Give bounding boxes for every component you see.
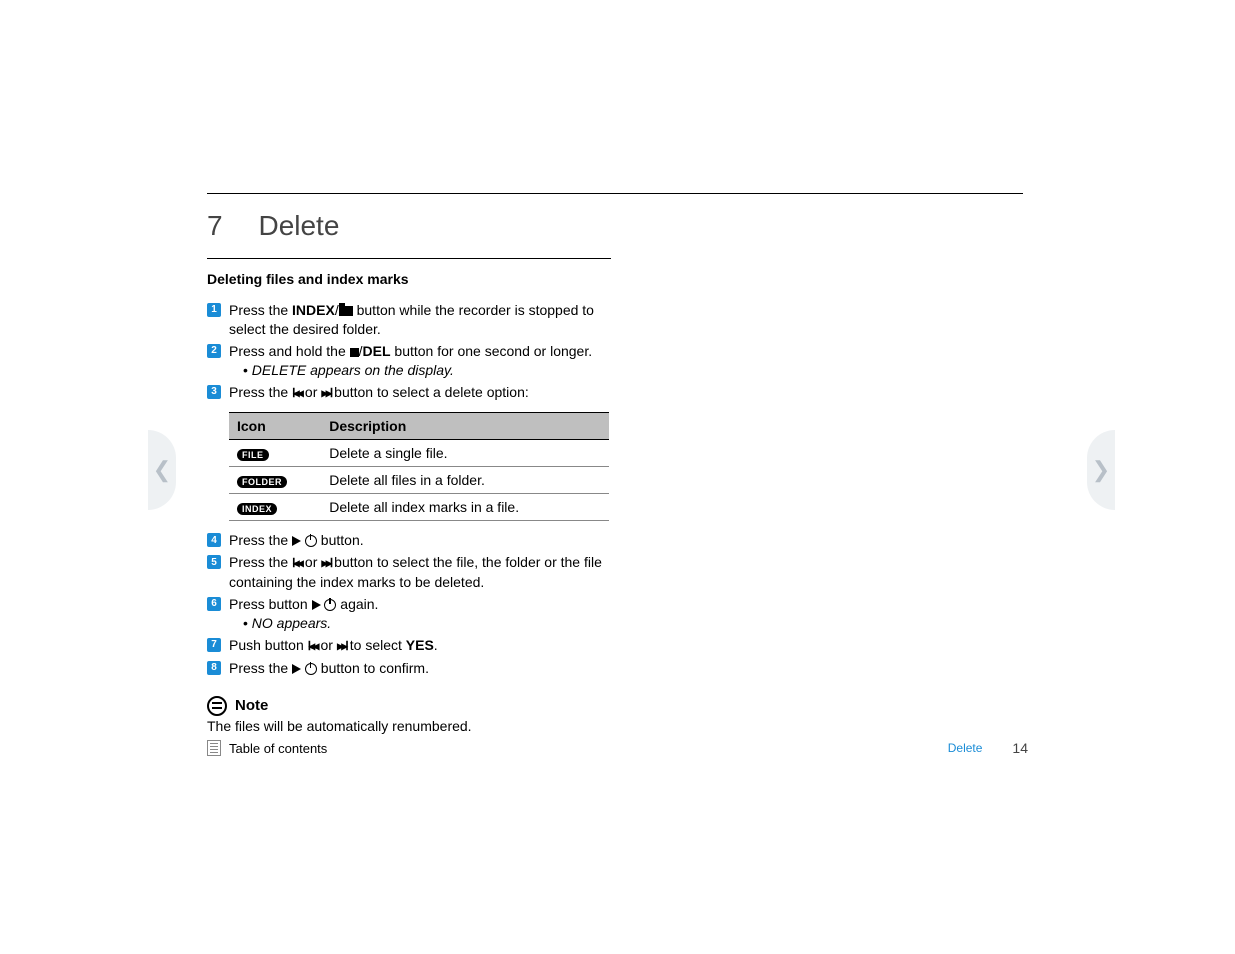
page-icon	[207, 740, 221, 756]
step-text: button to confirm.	[317, 660, 429, 676]
steps-list: 1 Press the INDEX/ button while the reco…	[207, 301, 611, 402]
play-icon	[312, 600, 321, 610]
step-badge: 7	[207, 638, 221, 652]
chapter-heading: 7 Delete	[207, 210, 339, 242]
delete-options-table: IconDescription FILE Delete a single file…	[229, 412, 609, 521]
power-icon	[324, 599, 336, 611]
step-badge: 6	[207, 597, 221, 611]
table-cell: Delete all index marks in a file.	[321, 494, 609, 521]
table-header-desc: Description	[321, 413, 609, 440]
page-number: 14	[1012, 740, 1028, 756]
step-text: Press the	[229, 384, 292, 400]
step-8: 8 Press the button to confirm.	[207, 659, 611, 678]
step-text: button.	[317, 532, 364, 548]
step-badge: 5	[207, 555, 221, 569]
step-text: or	[301, 384, 321, 400]
folder-pill-icon: FOLDER	[237, 476, 287, 488]
folder-icon	[339, 306, 353, 316]
step-text: button to select a delete option:	[330, 384, 528, 400]
step-5: 5 Press the or button to select the file…	[207, 553, 611, 592]
step-sub: NO appears.	[243, 614, 611, 633]
stop-icon	[350, 348, 359, 357]
step-text: to select	[346, 637, 406, 653]
step-text: Press button	[229, 596, 312, 612]
step-3: 3 Press the or button to select a delete…	[207, 383, 611, 403]
step-text: Press the	[229, 302, 292, 318]
next-icon	[337, 637, 346, 656]
step-text: or	[301, 554, 321, 570]
column-rule	[207, 258, 611, 259]
top-rule	[207, 193, 1023, 194]
step-text: button for one second or longer.	[391, 343, 593, 359]
chapter-number: 7	[207, 210, 223, 241]
toc-link[interactable]: Table of contents	[207, 740, 327, 756]
chapter-title: Delete	[258, 210, 339, 241]
step-text: or	[317, 637, 337, 653]
section-subhead: Deleting files and index marks	[207, 271, 611, 287]
note-body: The files will be automatically renumber…	[207, 718, 611, 734]
steps-list-cont: 4 Press the button. 5 Press the or butto…	[207, 531, 611, 677]
file-pill-icon: FILE	[237, 449, 269, 461]
footer: Table of contents Delete 14	[207, 740, 1028, 756]
toc-label: Table of contents	[229, 741, 327, 756]
chevron-left-icon: ❮	[153, 457, 171, 483]
power-icon	[305, 663, 317, 675]
table-row: FOLDER Delete all files in a folder.	[229, 467, 609, 494]
step-4: 4 Press the button.	[207, 531, 611, 550]
table-cell: Delete a single file.	[321, 440, 609, 467]
play-icon	[292, 536, 301, 546]
chevron-right-icon: ❯	[1092, 457, 1110, 483]
step-text: Press the	[229, 660, 292, 676]
step-1: 1 Press the INDEX/ button while the reco…	[207, 301, 611, 339]
note-icon	[207, 696, 227, 716]
next-icon	[321, 554, 330, 573]
index-label: INDEX	[292, 302, 335, 318]
step-badge: 1	[207, 303, 221, 317]
step-6: 6 Press button again. NO appears.	[207, 595, 611, 633]
step-badge: 3	[207, 385, 221, 399]
table-row: INDEX Delete all index marks in a file.	[229, 494, 609, 521]
table-header-icon: Icon	[229, 413, 321, 440]
step-badge: 4	[207, 533, 221, 547]
step-7: 7 Push button or to select YES.	[207, 636, 611, 656]
step-text: again.	[336, 596, 378, 612]
table-cell: Delete all files in a folder.	[321, 467, 609, 494]
step-2: 2 Press and hold the /DEL button for one…	[207, 342, 611, 380]
next-icon	[321, 384, 330, 403]
prev-page-button[interactable]: ❮	[148, 430, 176, 510]
step-badge: 2	[207, 344, 221, 358]
step-sub: DELETE appears on the display.	[243, 361, 611, 380]
step-text: Press the	[229, 532, 292, 548]
step-text: Push button	[229, 637, 308, 653]
step-text: .	[434, 637, 438, 653]
prev-icon	[292, 384, 301, 403]
table-row: FILE Delete a single file.	[229, 440, 609, 467]
index-pill-icon: INDEX	[237, 503, 277, 515]
prev-icon	[292, 554, 301, 573]
play-icon	[292, 664, 301, 674]
del-label: DEL	[363, 343, 391, 359]
note-heading: Note	[207, 696, 611, 716]
step-badge: 8	[207, 661, 221, 675]
next-page-button[interactable]: ❯	[1087, 430, 1115, 510]
prev-icon	[308, 637, 317, 656]
step-text: Press and hold the	[229, 343, 350, 359]
step-text: Press the	[229, 554, 292, 570]
section-link[interactable]: Delete	[948, 741, 983, 755]
power-icon	[305, 535, 317, 547]
note-label: Note	[235, 697, 268, 714]
yes-label: YES	[406, 637, 434, 653]
